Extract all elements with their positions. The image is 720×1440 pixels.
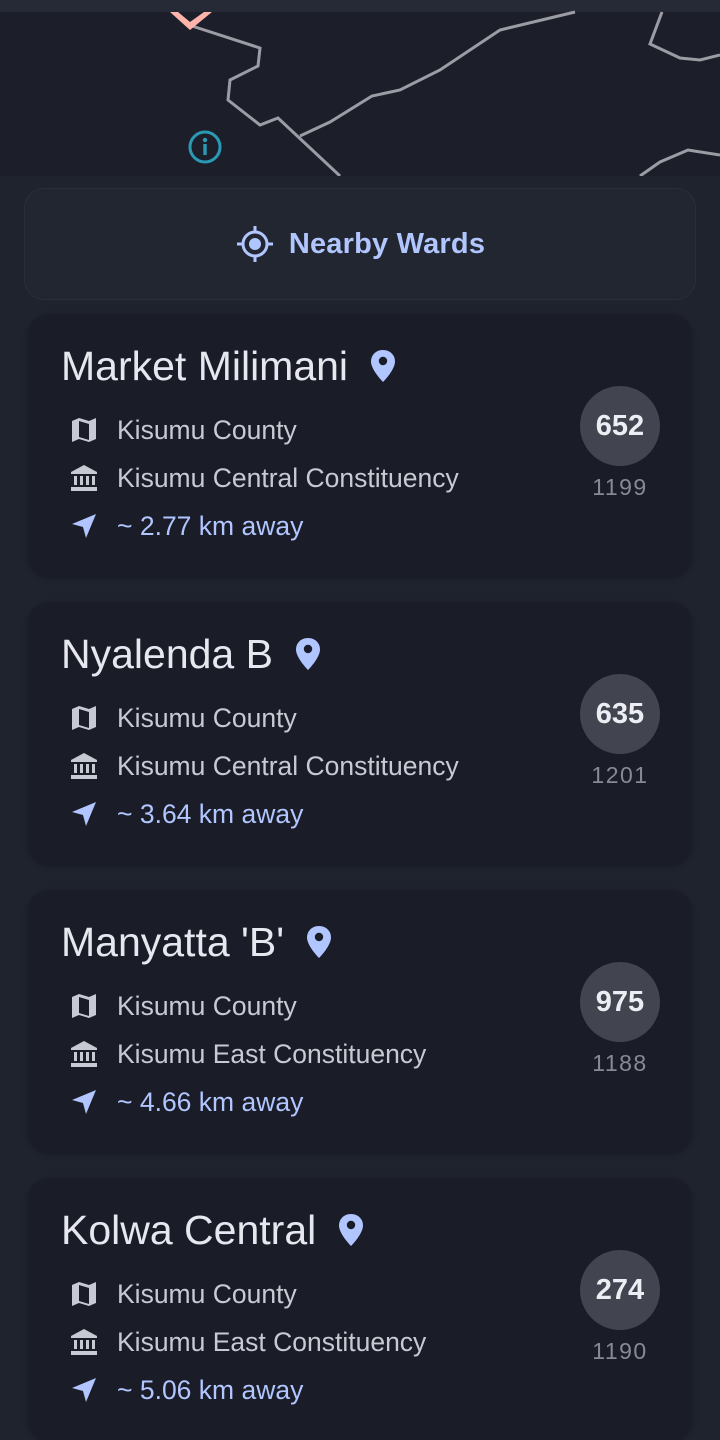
navigation-arrow-icon xyxy=(72,1378,96,1402)
location-pin-icon[interactable] xyxy=(304,924,334,960)
ward-card[interactable]: Manyatta 'B' Kisumu County Kisumu East C… xyxy=(28,890,692,1152)
total-count: 1199 xyxy=(592,474,648,500)
constituency-building-icon xyxy=(71,465,97,491)
map-icon xyxy=(72,706,96,730)
county-text: Kisumu County xyxy=(117,414,297,445)
gps-crosshair-icon xyxy=(236,226,273,262)
ward-name: Manyatta 'B' xyxy=(61,919,285,965)
constituency-text: Kisumu East Constituency xyxy=(117,1038,427,1069)
distance-text: ~ 5.06 km away xyxy=(117,1374,304,1405)
map-icon xyxy=(72,1282,96,1306)
county-text: Kisumu County xyxy=(117,1278,297,1309)
map-view[interactable] xyxy=(0,0,720,176)
constituency-text: Kisumu Central Constituency xyxy=(117,462,459,493)
ward-card[interactable]: Kolwa Central Kisumu County Kisumu East … xyxy=(28,1178,692,1440)
location-pin-icon[interactable] xyxy=(336,1212,366,1248)
distance-text: ~ 4.66 km away xyxy=(117,1086,304,1117)
info-icon[interactable] xyxy=(187,129,223,165)
ward-card[interactable]: Market Milimani Kisumu County Kisumu Cen… xyxy=(28,314,692,576)
navigation-arrow-icon xyxy=(72,514,96,538)
location-pin-icon[interactable] xyxy=(293,636,323,672)
ward-name: Kolwa Central xyxy=(61,1207,317,1253)
distance-text: ~ 2.77 km away xyxy=(117,510,304,541)
constituency-building-icon xyxy=(71,1041,97,1067)
constituency-building-icon xyxy=(71,753,97,779)
map-marker-icon[interactable] xyxy=(0,0,720,176)
count-badge: 652 xyxy=(580,386,660,466)
constituency-text: Kisumu Central Constituency xyxy=(117,750,459,781)
count-badge: 975 xyxy=(580,962,660,1042)
navigation-arrow-icon xyxy=(72,802,96,826)
ward-name: Market Milimani xyxy=(61,343,349,389)
distance-text: ~ 3.64 km away xyxy=(117,798,304,829)
county-text: Kisumu County xyxy=(117,990,297,1021)
ward-name: Nyalenda B xyxy=(61,631,273,677)
constituency-building-icon xyxy=(71,1329,97,1355)
county-text: Kisumu County xyxy=(117,702,297,733)
nearby-wards-button[interactable]: Nearby Wards xyxy=(24,188,696,300)
total-count: 1201 xyxy=(591,762,649,788)
count-badge: 635 xyxy=(580,674,660,754)
map-icon xyxy=(72,994,96,1018)
location-pin-icon[interactable] xyxy=(368,348,398,384)
navigation-arrow-icon xyxy=(72,1090,96,1114)
nearby-wards-label: Nearby Wards xyxy=(288,227,486,260)
ward-card[interactable]: Nyalenda B Kisumu County Kisumu Central … xyxy=(28,602,692,864)
total-count: 1188 xyxy=(592,1050,648,1076)
constituency-text: Kisumu East Constituency xyxy=(117,1326,427,1357)
total-count: 1190 xyxy=(592,1338,648,1364)
count-badge: 274 xyxy=(580,1250,660,1330)
map-icon xyxy=(72,418,96,442)
